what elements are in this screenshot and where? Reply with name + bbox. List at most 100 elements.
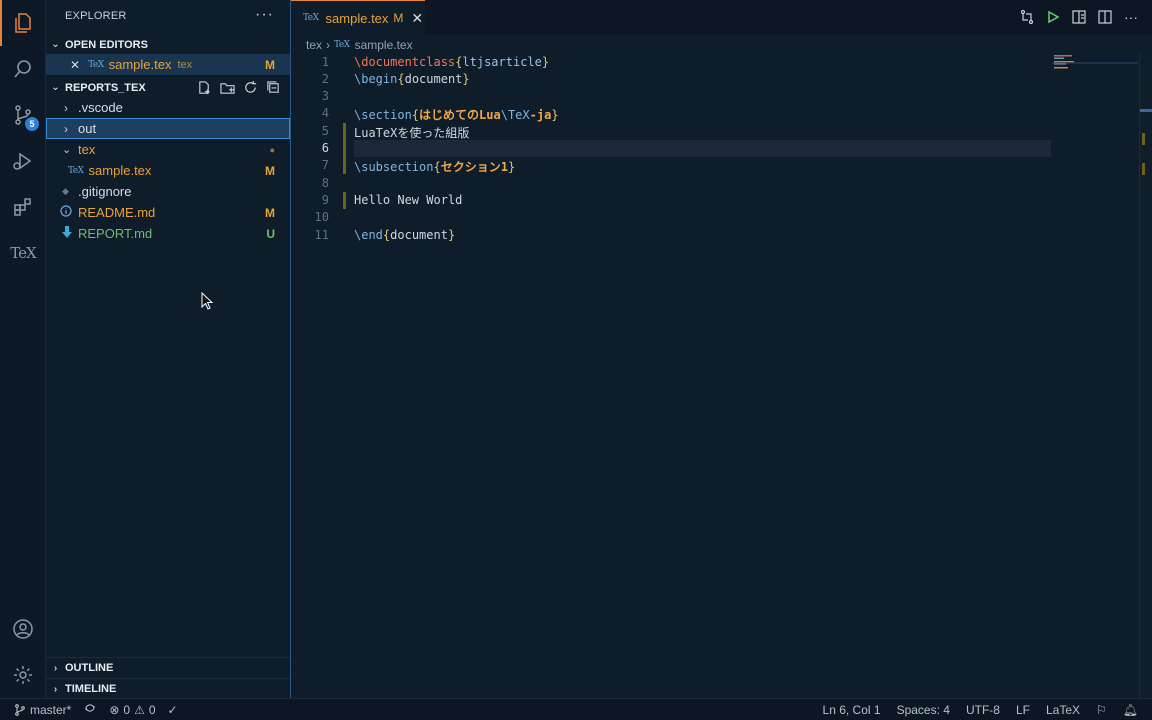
refresh-icon[interactable]	[242, 79, 259, 96]
chevron-down-icon: ⌄	[51, 82, 60, 93]
run-play-icon[interactable]	[1044, 8, 1062, 26]
open-editor-filename: sample.tex	[108, 57, 172, 72]
activity-bar: 5 TeX	[0, 0, 46, 698]
code-line: \subsection{セクション1}	[354, 160, 516, 174]
feedback-icon[interactable]: ⚐	[1096, 703, 1107, 717]
mouse-pointer-icon	[201, 291, 214, 313]
indentation[interactable]: Spaces: 4	[897, 703, 950, 717]
compare-changes-icon[interactable]	[1018, 8, 1036, 26]
open-preview-icon[interactable]	[1070, 8, 1088, 26]
new-folder-icon[interactable]	[219, 79, 236, 96]
breadcrumb: tex › TeX sample.tex	[306, 37, 413, 53]
chevron-right-icon: ›	[64, 121, 68, 136]
line-number: 5	[321, 124, 329, 138]
more-actions-icon[interactable]: ···	[255, 6, 274, 24]
minimap[interactable]	[1052, 53, 1138, 153]
scm-badge: 5	[25, 117, 39, 131]
modified-dot-icon: ●	[269, 144, 275, 155]
git-diamond-icon: ◆	[62, 186, 69, 196]
tree-item-readme[interactable]: README.md M	[46, 202, 290, 223]
workspace-header[interactable]: ⌄ REPORTS_TEX	[46, 77, 290, 98]
source-control-icon[interactable]: 5	[0, 92, 46, 138]
explorer-sidebar: EXPLORER ··· ⌄ OPEN EDITORS ✕ TeX sample…	[46, 0, 291, 698]
chevron-right-icon: ›	[64, 100, 68, 115]
notifications-bell-icon[interactable]: 🔔︎	[1123, 703, 1138, 717]
status-badge: U	[266, 226, 275, 241]
gutter-change-marker	[343, 157, 346, 174]
line-number: 9	[321, 193, 329, 207]
encoding[interactable]: UTF-8	[966, 703, 1000, 717]
run-debug-icon[interactable]	[0, 138, 46, 184]
language-mode[interactable]: LaTeX	[1046, 703, 1080, 717]
sync-icon[interactable]	[83, 702, 97, 717]
split-editor-icon[interactable]	[1096, 8, 1114, 26]
status-bar: master* ⊗ 0 ⚠ 0 ✓ Ln 6, Col 1 Spaces: 4 …	[0, 698, 1152, 720]
explorer-icon[interactable]	[0, 0, 46, 46]
outline-header[interactable]: › OUTLINE	[46, 657, 290, 678]
code-line: Hello New World	[354, 193, 463, 207]
line-number: 1	[321, 55, 329, 69]
tree-item-tex[interactable]: ⌄ tex ●	[46, 139, 290, 160]
error-icon: ⊗	[109, 702, 120, 717]
vertical-scrollbar[interactable]	[1139, 53, 1152, 698]
status-badge: M	[265, 163, 275, 178]
scroll-change-marker	[1142, 163, 1145, 175]
line-number: 4	[321, 106, 329, 120]
tex-file-icon: TeX	[334, 40, 350, 50]
breadcrumb-separator: ›	[326, 38, 331, 52]
breadcrumb-folder[interactable]: tex	[306, 38, 322, 52]
code-line: \section{はじめてのLua\TeX-ja}	[354, 108, 559, 122]
tree-item-gitignore[interactable]: ◆ .gitignore	[46, 181, 290, 202]
line-number: 8	[321, 176, 329, 190]
account-icon[interactable]	[0, 606, 46, 652]
status-badge: M	[265, 205, 275, 220]
chevron-right-icon: ›	[53, 662, 58, 674]
problems-status[interactable]: ⊗ 0 ⚠ 0	[109, 703, 155, 717]
line-number: 6	[321, 141, 329, 155]
scroll-change-marker	[1142, 133, 1145, 145]
warning-icon: ⚠	[134, 702, 145, 717]
collapse-all-icon[interactable]	[265, 79, 282, 96]
tab-sample-tex[interactable]: TeX sample.tex M ✕	[291, 0, 425, 35]
cursor-position[interactable]: Ln 6, Col 1	[823, 703, 881, 717]
tex-icon[interactable]: TeX	[0, 230, 46, 276]
code-line: \begin{document}	[354, 72, 470, 86]
new-file-icon[interactable]	[196, 79, 213, 96]
open-editors-header[interactable]: ⌄ OPEN EDITORS	[46, 34, 290, 55]
line-number: 3	[321, 89, 329, 103]
markdown-down-arrow-icon	[62, 226, 78, 241]
gutter-change-marker	[343, 123, 346, 157]
chevron-down-icon: ⌄	[62, 144, 72, 156]
code-line: \end{document}	[354, 228, 456, 242]
chevron-right-icon: ›	[53, 683, 58, 695]
close-icon[interactable]: ✕	[411, 10, 423, 27]
tree-item-vscode[interactable]: › .vscode	[46, 97, 290, 118]
tree-item-out[interactable]: › out	[46, 118, 290, 139]
tex-file-icon: TeX	[68, 165, 84, 176]
line-number: 7	[321, 158, 329, 172]
editor-tab-bar: TeX sample.tex M ✕ ···	[291, 0, 1152, 35]
line-number: 10	[314, 210, 329, 224]
tree-item-sample-tex[interactable]: TeX sample.tex M	[46, 160, 290, 181]
search-icon[interactable]	[0, 46, 46, 92]
breadcrumb-file[interactable]: sample.tex	[355, 38, 413, 52]
open-editor-item[interactable]: ✕ TeX sample.tex tex M	[46, 54, 290, 75]
extensions-icon[interactable]	[0, 184, 46, 230]
branch-status[interactable]: master*	[14, 703, 71, 717]
end-of-line[interactable]: LF	[1016, 703, 1030, 717]
tex-file-icon: TeX	[88, 59, 104, 70]
tree-item-report[interactable]: REPORT.md U	[46, 223, 290, 244]
more-actions-icon[interactable]: ···	[1122, 8, 1140, 26]
check-icon[interactable]: ✓	[168, 703, 178, 717]
status-badge: M	[265, 57, 275, 72]
git-branch-icon	[15, 703, 25, 716]
code-line: LuaTeXを使った組版	[354, 126, 470, 140]
scroll-position-marker	[1140, 109, 1152, 112]
settings-gear-icon[interactable]	[0, 652, 46, 698]
open-editor-folder: tex	[177, 58, 193, 71]
close-icon[interactable]: ✕	[70, 58, 80, 72]
timeline-header[interactable]: › TIMELINE	[46, 678, 290, 699]
code-editor[interactable]: 1 2 3 4 5 6 7 8 9 10 11 \documentclass{l…	[291, 53, 1051, 698]
code-line: \documentclass{ltjsarticle}	[354, 55, 550, 69]
tex-file-icon: TeX	[303, 13, 319, 23]
